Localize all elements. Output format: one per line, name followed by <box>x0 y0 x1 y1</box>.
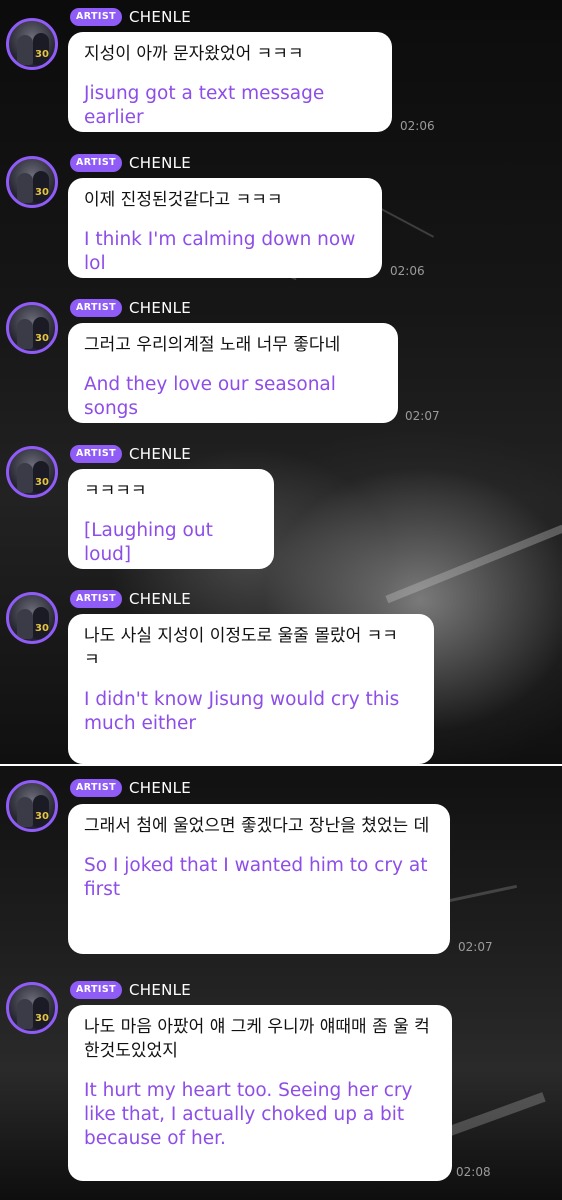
artist-badge: ARTIST <box>70 299 122 317</box>
english-translation: [Laughing out loud] <box>84 520 213 565</box>
sender-name: CHENLE <box>129 981 192 999</box>
message-bubble[interactable]: 그래서 첨에 울었으면 좋겠다고 장난을 쳤었는 데 So I joked th… <box>68 804 450 954</box>
artist-avatar[interactable]: 30 <box>6 982 58 1034</box>
english-translation: I think I'm calming down now lol <box>84 229 356 274</box>
sender-name: CHENLE <box>129 154 192 172</box>
korean-text: 이제 진정된것같다고 ㅋㅋㅋ <box>84 190 283 210</box>
artist-badge: ARTIST <box>70 779 122 797</box>
korean-text: 지성이 아까 문자왔었어 ㅋㅋㅋ <box>84 44 304 64</box>
chat-message: 30 ARTIST CHENLE 나도 마음 아팠어 얘 그케 우니까 얘때매 … <box>0 0 562 1181</box>
sender-name: CHENLE <box>129 299 192 317</box>
english-translation: It hurt my heart too. Seeing her cry lik… <box>84 1080 413 1149</box>
artist-badge: ARTIST <box>70 981 122 999</box>
artist-avatar[interactable]: 30 <box>6 780 58 832</box>
sender-name: CHENLE <box>129 8 192 26</box>
message-bubble[interactable]: 이제 진정된것같다고 ㅋㅋㅋ I think I'm calming down … <box>68 178 382 278</box>
english-translation: So I joked that I wanted him to cry at f… <box>84 855 428 900</box>
english-translation: I didn't know Jisung would cry this much… <box>84 689 400 734</box>
artist-avatar[interactable]: 30 <box>6 592 58 644</box>
korean-text: 그러고 우리의계절 노래 너무 좋다네 <box>84 335 341 355</box>
microphone-stand-shape <box>385 524 562 604</box>
artist-avatar[interactable]: 30 <box>6 156 58 208</box>
sender-name: CHENLE <box>129 445 192 463</box>
korean-text: 나도 마음 아팠어 얘 그케 우니까 얘때매 좀 울 컥한것도있었지 <box>84 1017 430 1061</box>
timestamp: 02:08 <box>456 1165 491 1179</box>
message-bubble[interactable]: ㅋㅋㅋㅋ [Laughing out loud] <box>68 469 274 569</box>
korean-text: 나도 사실 지성이 이정도로 울줄 몰랐어 ㅋㅋ ㅋ <box>84 626 398 670</box>
english-translation: Jisung got a text message earlier <box>84 83 325 128</box>
artist-avatar[interactable]: 30 <box>6 18 58 70</box>
artist-badge: ARTIST <box>70 590 122 608</box>
message-bubble[interactable]: 나도 마음 아팠어 얘 그케 우니까 얘때매 좀 울 컥한것도있었지 It hu… <box>68 1005 452 1181</box>
artist-badge: ARTIST <box>70 445 122 463</box>
sender-name: CHENLE <box>129 779 192 797</box>
sender-name: CHENLE <box>129 590 192 608</box>
message-bubble[interactable]: 나도 사실 지성이 이정도로 울줄 몰랐어 ㅋㅋ ㅋ I didn't know… <box>68 614 434 764</box>
artist-avatar[interactable]: 30 <box>6 302 58 354</box>
korean-text: ㅋㅋㅋㅋ <box>84 481 147 501</box>
timestamp: 02:07 <box>405 409 440 423</box>
message-bubble[interactable]: 그러고 우리의계절 노래 너무 좋다네 And they love our se… <box>68 323 398 423</box>
english-translation: And they love our seasonal songs <box>84 374 336 419</box>
artist-avatar[interactable]: 30 <box>6 446 58 498</box>
artist-badge: ARTIST <box>70 8 122 26</box>
timestamp: 02:06 <box>400 119 435 133</box>
timestamp: 02:06 <box>390 264 425 278</box>
korean-text: 그래서 첨에 울었으면 좋겠다고 장난을 쳤었는 데 <box>84 816 430 836</box>
message-bubble[interactable]: 지성이 아까 문자왔었어 ㅋㅋㅋ Jisung got a text messa… <box>68 32 392 132</box>
artist-badge: ARTIST <box>70 154 122 172</box>
timestamp: 02:07 <box>458 940 493 954</box>
